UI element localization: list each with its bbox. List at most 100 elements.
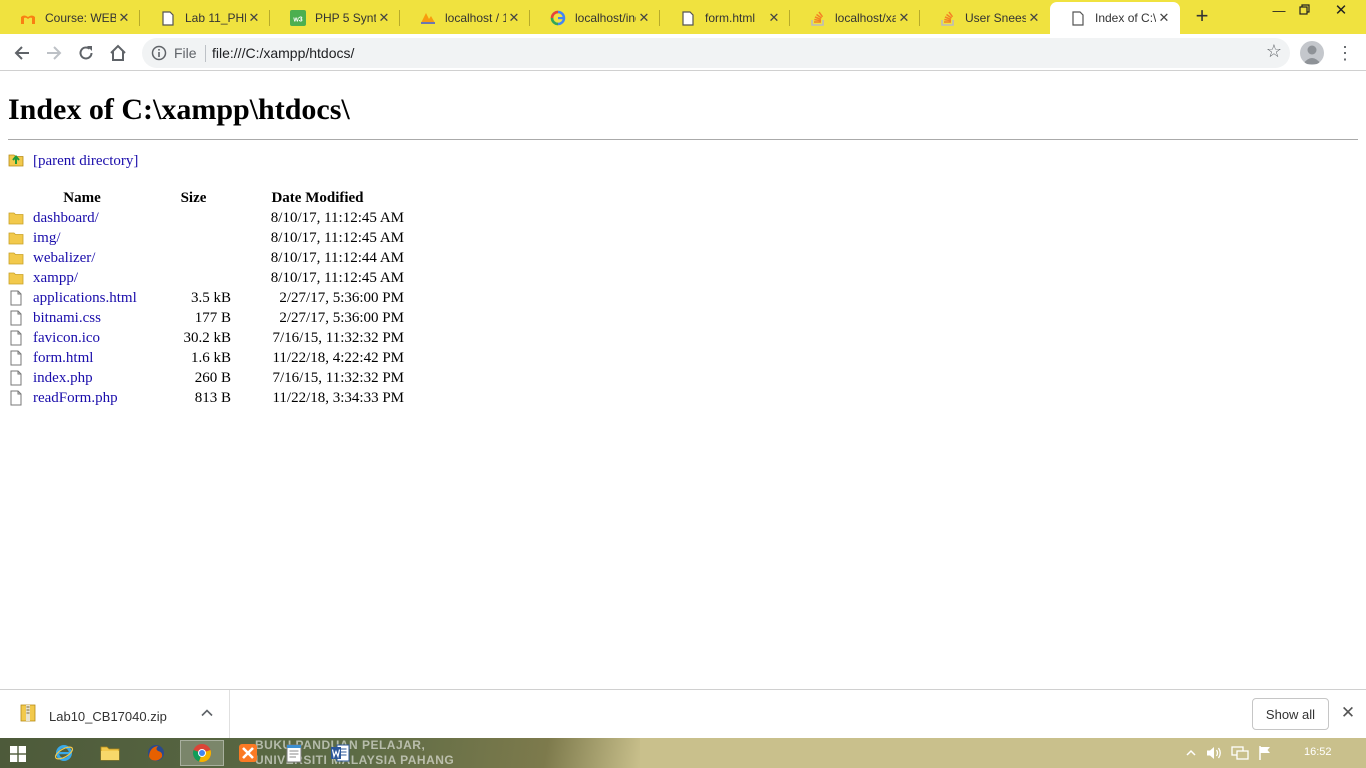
tab-title: form.html xyxy=(705,11,756,25)
svg-text:w3: w3 xyxy=(292,17,302,24)
tab-localhost-xampp[interactable]: localhost/xa ✕ xyxy=(790,2,920,34)
entry-link[interactable]: xampp/ xyxy=(33,270,78,287)
tab-title: PHP 5 Syntax xyxy=(315,11,376,25)
entry-date: 8/10/17, 11:12:45 AM xyxy=(270,269,404,286)
document-icon xyxy=(680,10,696,26)
table-row: index.php 260 B 7/16/15, 11:32:32 PM xyxy=(8,368,404,388)
download-item[interactable]: Lab10_CB17040.zip xyxy=(0,690,230,739)
arrow-left-icon xyxy=(14,46,29,60)
entry-link[interactable]: favicon.ico xyxy=(33,330,100,347)
taskbar-clock[interactable]: 16:52 xyxy=(1304,746,1332,758)
taskbar-word[interactable] xyxy=(318,740,362,766)
phpmyadmin-icon xyxy=(420,10,436,26)
entry-link[interactable]: applications.html xyxy=(33,290,137,307)
tab-close-icon[interactable]: ✕ xyxy=(116,10,132,26)
entry-link[interactable]: readForm.php xyxy=(33,390,118,407)
tab-close-icon[interactable]: ✕ xyxy=(1156,10,1172,26)
entry-link[interactable]: form.html xyxy=(33,350,93,367)
column-header-size[interactable]: Size xyxy=(156,188,231,208)
directory-listing-table: Name Size Date Modified dashboard/ 8/10/… xyxy=(8,188,404,408)
taskbar-notepad[interactable] xyxy=(272,740,316,766)
tray-overflow-chevron[interactable] xyxy=(1184,745,1198,761)
entry-link[interactable]: img/ xyxy=(33,230,61,247)
address-bar[interactable]: File file:///C:/xampp/htdocs/ ☆ xyxy=(142,38,1290,68)
google-icon xyxy=(550,10,566,26)
restore-button[interactable] xyxy=(1287,0,1321,22)
column-header-date[interactable]: Date Modified xyxy=(231,188,404,208)
tab-php5-syntax[interactable]: w3 PHP 5 Syntax ✕ xyxy=(270,2,400,34)
tab-close-icon[interactable]: ✕ xyxy=(376,10,392,26)
reload-button[interactable] xyxy=(73,40,99,66)
taskbar-xampp[interactable] xyxy=(226,740,270,766)
back-button[interactable] xyxy=(9,40,35,66)
heading-rule xyxy=(8,139,1358,140)
taskbar-chrome[interactable] xyxy=(180,740,224,766)
entry-link[interactable]: index.php xyxy=(33,370,93,387)
xampp-icon xyxy=(239,744,257,762)
entry-size: 260 B xyxy=(194,369,231,386)
entry-size: 30.2 kB xyxy=(183,329,231,346)
tab-user-sneesh[interactable]: User Sneesh ✕ xyxy=(920,2,1050,34)
file-icon xyxy=(8,310,24,326)
tab-title: Index of C:\x xyxy=(1095,11,1156,25)
network-icon xyxy=(1231,746,1249,760)
taskbar-internet-explorer[interactable] xyxy=(42,740,86,766)
tab-form-html[interactable]: form.html ✕ xyxy=(660,2,790,34)
table-row: xampp/ 8/10/17, 11:12:45 AM xyxy=(8,268,404,288)
moodle-icon xyxy=(20,10,36,26)
tab-close-icon[interactable]: ✕ xyxy=(636,10,652,26)
tab-localhost-phpmyadmin[interactable]: localhost / 1 ✕ xyxy=(400,2,530,34)
tray-network[interactable] xyxy=(1230,745,1250,761)
tab-index-of-htdocs[interactable]: Index of C:\x ✕ xyxy=(1050,2,1180,34)
tab-close-icon[interactable]: ✕ xyxy=(246,10,262,26)
info-icon[interactable] xyxy=(151,45,167,66)
column-header-name[interactable]: Name xyxy=(8,188,156,208)
entry-size: 3.5 kB xyxy=(190,289,231,306)
entry-date: 2/27/17, 5:36:00 PM xyxy=(279,309,404,326)
folder-icon xyxy=(8,250,24,266)
folder-icon xyxy=(8,230,24,246)
tab-title: localhost / 1 xyxy=(445,11,506,25)
entry-size: 177 B xyxy=(194,309,231,326)
file-explorer-icon xyxy=(100,746,120,761)
show-all-downloads-button[interactable]: Show all xyxy=(1252,698,1329,730)
tab-close-icon[interactable]: ✕ xyxy=(1026,10,1042,26)
taskbar-firefox[interactable] xyxy=(134,740,178,766)
new-tab-button[interactable]: + xyxy=(1190,5,1214,29)
arrow-right-icon xyxy=(47,46,62,60)
tray-action-center[interactable] xyxy=(1256,745,1274,761)
entry-link[interactable]: bitnami.css xyxy=(33,310,101,327)
w3schools-icon: w3 xyxy=(290,10,306,26)
chevron-up-icon[interactable] xyxy=(200,706,214,725)
browser-menu-button[interactable]: ⋮ xyxy=(1336,42,1354,64)
parent-directory-row: [parent directory] xyxy=(8,151,138,172)
tab-close-icon[interactable]: ✕ xyxy=(896,10,912,26)
file-icon xyxy=(8,370,24,386)
entry-link[interactable]: dashboard/ xyxy=(33,210,99,227)
tab-localhost-index[interactable]: localhost/ind ✕ xyxy=(530,2,660,34)
close-window-button[interactable]: ✕ xyxy=(1324,0,1358,22)
bookmark-star-icon[interactable]: ☆ xyxy=(1266,41,1282,62)
taskbar-file-explorer[interactable] xyxy=(88,740,132,766)
home-button[interactable] xyxy=(105,40,131,66)
forward-button[interactable] xyxy=(41,40,67,66)
tab-title: localhost/xa xyxy=(835,11,896,25)
parent-directory-link[interactable]: [parent directory] xyxy=(33,153,138,170)
file-icon xyxy=(8,390,24,406)
tab-title: User Sneesh xyxy=(965,11,1026,25)
entry-size xyxy=(156,248,231,268)
entry-date: 7/16/15, 11:32:32 PM xyxy=(272,369,404,386)
table-row: img/ 8/10/17, 11:12:45 AM xyxy=(8,228,404,248)
url-text[interactable]: file:///C:/xampp/htdocs/ xyxy=(212,45,354,61)
tab-close-icon[interactable]: ✕ xyxy=(506,10,522,26)
notepad-icon xyxy=(286,744,302,763)
profile-avatar[interactable] xyxy=(1300,41,1324,65)
tray-volume[interactable] xyxy=(1204,745,1224,761)
close-shelf-icon[interactable]: ✕ xyxy=(1339,704,1357,722)
reload-icon xyxy=(79,46,93,60)
tab-close-icon[interactable]: ✕ xyxy=(766,10,782,26)
start-button[interactable] xyxy=(10,746,26,767)
tab-lab11-php[interactable]: Lab 11_PHP ✕ xyxy=(140,2,270,34)
tab-course-web[interactable]: Course: WEB ✕ xyxy=(0,2,140,34)
entry-link[interactable]: webalizer/ xyxy=(33,250,95,267)
